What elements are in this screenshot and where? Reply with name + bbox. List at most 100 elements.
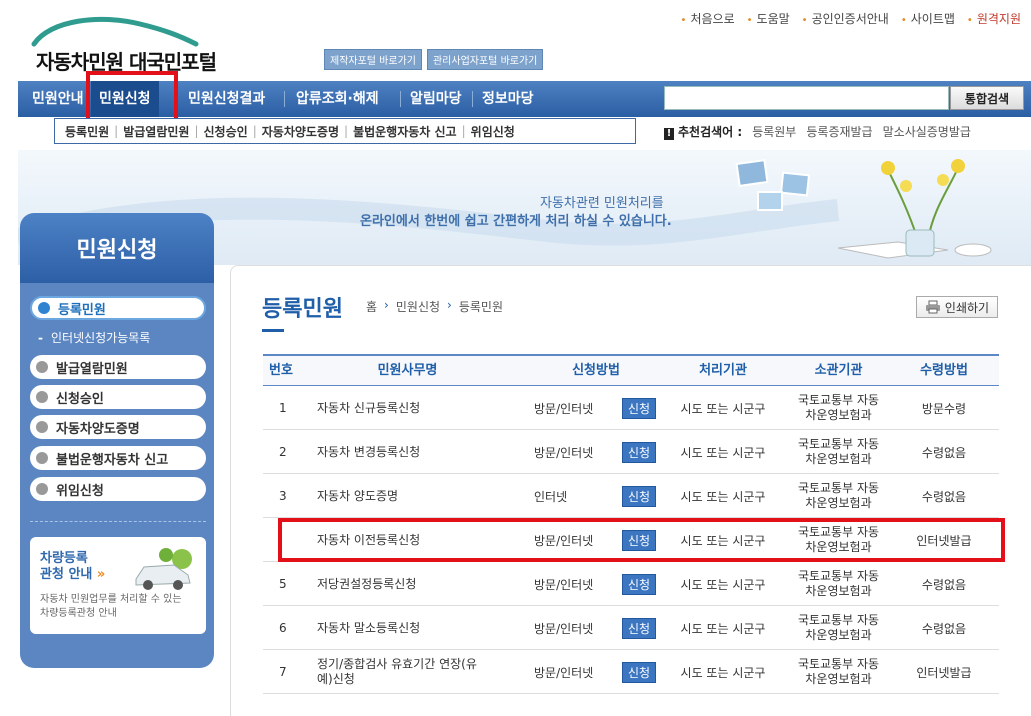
page-title: 등록민원 bbox=[262, 297, 343, 322]
table-header: 번호 민원사무명 신청방법 처리기관 소관기관 수령방법 bbox=[263, 354, 999, 386]
sub-nav-approval[interactable]: 신청승인 bbox=[204, 123, 248, 140]
sub-nav-delegation[interactable]: 위임신청 bbox=[471, 123, 515, 140]
row-method: 방문/인터넷 신청 bbox=[534, 518, 664, 562]
header-method: 신청방법 bbox=[572, 363, 620, 378]
chevron-right-icon: › bbox=[384, 298, 389, 312]
apply-button[interactable]: 신청 bbox=[622, 397, 657, 419]
row-receive: 인터넷발급 bbox=[916, 533, 972, 548]
side-menu-delegation[interactable]: 위임신청 bbox=[30, 477, 206, 501]
row-method: 방문/인터넷 신청 bbox=[534, 562, 664, 606]
side-menu-registration[interactable]: 등록민원 bbox=[30, 296, 206, 320]
breadcrumb-apply[interactable]: 민원신청 bbox=[396, 298, 440, 315]
photo-icon bbox=[735, 159, 769, 187]
sub-nav-transfer-proof[interactable]: 자동차양도증명 bbox=[262, 123, 339, 140]
row-number: 6 bbox=[279, 621, 287, 635]
table-row: 5 저당권설정등록신청 방문/인터넷 신청 시도 또는 시군구 국토교통부 자동 차운영보험… bbox=[263, 562, 999, 606]
top-link-remote-support[interactable]: 원격지원 bbox=[967, 10, 1021, 27]
recommended-term[interactable]: 말소사실증명발급 bbox=[883, 123, 971, 140]
sub-nav-separator: | bbox=[252, 124, 257, 138]
bullet-icon bbox=[38, 302, 50, 314]
row-name[interactable]: 자동차 신규등록신청 bbox=[317, 386, 532, 430]
row-number: 7 bbox=[279, 665, 287, 679]
row-name[interactable]: 자동차 변경등록신청 bbox=[317, 430, 532, 474]
apply-button[interactable]: 신청 bbox=[622, 441, 657, 463]
recommended-term[interactable]: 등록증재발급 bbox=[806, 123, 872, 140]
photo-icon bbox=[779, 171, 811, 197]
search-button[interactable]: 통합검색 bbox=[950, 86, 1024, 110]
row-handler: 시도 또는 시군구 bbox=[680, 401, 766, 416]
apply-button[interactable]: 신청 bbox=[622, 485, 657, 507]
top-links: 처음으로 도움말 공인인증서안내 사이트맵 원격지원 bbox=[681, 10, 1021, 27]
registration-office-promo[interactable]: 차량등록 관청 안내 » 자동차 민원업무를 처리할 수 있는 차량등록관청 안… bbox=[30, 537, 206, 634]
bullet-icon bbox=[36, 391, 48, 403]
print-button[interactable]: 인쇄하기 bbox=[916, 296, 998, 318]
search-input[interactable] bbox=[664, 86, 949, 110]
breadcrumb: 홈 › 민원신청 › 등록민원 bbox=[366, 298, 503, 315]
row-number: 1 bbox=[279, 401, 287, 415]
nav-separator bbox=[472, 91, 473, 107]
row-agency: 국토교통부 자동 차운영보험과 bbox=[797, 481, 880, 510]
row-name[interactable]: 자동차 말소등록신청 bbox=[317, 606, 532, 650]
row-number bbox=[279, 518, 309, 562]
side-menu-transfer-proof[interactable]: 자동차양도증명 bbox=[30, 415, 206, 439]
car-icon bbox=[135, 548, 192, 590]
chevron-right-icon: › bbox=[447, 298, 452, 312]
row-receive: 방문수령 bbox=[921, 401, 967, 416]
row-handler: 시도 또는 시군구 bbox=[680, 445, 766, 460]
sub-nav-issuance[interactable]: 발급열람민원 bbox=[123, 123, 189, 140]
nav-separator bbox=[284, 91, 285, 107]
bullet-icon bbox=[36, 361, 48, 373]
bullet-icon bbox=[36, 483, 48, 495]
row-handler: 시도 또는 시군구 bbox=[680, 533, 766, 548]
car-arc-icon bbox=[31, 16, 199, 47]
row-handler: 시도 또는 시군구 bbox=[680, 665, 766, 680]
top-link-help[interactable]: 도움말 bbox=[747, 10, 790, 27]
row-name[interactable]: 정기/종합검사 유효기간 연장(유 예)신청 bbox=[317, 650, 532, 694]
table-row: 6 자동차 말소등록신청 방문/인터넷 신청 시도 또는 시군구 국토교통부 자동 차운영보… bbox=[263, 606, 999, 650]
nav-item-apply[interactable]: 민원신청 bbox=[91, 81, 159, 117]
row-method: 방문/인터넷 신청 bbox=[534, 430, 664, 474]
side-menu-issuance[interactable]: 발급열람민원 bbox=[30, 355, 206, 379]
sub-nav-registration[interactable]: 등록민원 bbox=[65, 123, 109, 140]
top-link-sitemap[interactable]: 사이트맵 bbox=[901, 10, 955, 27]
side-menu-illegal-report[interactable]: 불법운행자동차 신고 bbox=[30, 446, 206, 470]
sub-nav-illegal-report[interactable]: 불법운행자동차 신고 bbox=[353, 123, 457, 140]
nav-item-info[interactable]: 정보마당 bbox=[482, 81, 534, 117]
nav-item-notice[interactable]: 알림마당 bbox=[410, 81, 462, 117]
apply-button[interactable]: 신청 bbox=[622, 617, 657, 639]
row-name[interactable]: 자동차 이전등록신청 bbox=[317, 518, 532, 562]
table-row: 7 정기/종합검사 유효기간 연장(유 예)신청 방문/인터넷 신청 시도 또는 시군구 국… bbox=[263, 650, 999, 694]
sub-nav-separator: | bbox=[114, 124, 119, 138]
table-row: 3 자동차 양도증명 인터넷 신청 시도 또는 시군구 국토교통부 자동 차운영보험과 수령없… bbox=[263, 474, 999, 518]
sub-nav: 등록민원 | 발급열람민원 | 신청승인 | 자동차양도증명 | 불법운행자동차… bbox=[54, 118, 636, 144]
top-link-certificate[interactable]: 공인인증서안내 bbox=[802, 10, 889, 27]
side-sub-internet-list[interactable]: 인터넷신청가능목록 bbox=[38, 329, 150, 346]
banner-line-2: 온라인에서 한번에 쉽고 간편하게 처리 하실 수 있습니다. bbox=[360, 214, 672, 229]
business-portal-button[interactable]: 관리사업자포털 바로가기 bbox=[426, 49, 544, 70]
row-handler: 시도 또는 시군구 bbox=[680, 621, 766, 636]
side-menu-approval[interactable]: 신청승인 bbox=[30, 385, 206, 409]
apply-button[interactable]: 신청 bbox=[622, 573, 657, 595]
maker-portal-button[interactable]: 제작자포털 바로가기 bbox=[324, 49, 422, 70]
header-agency: 소관기관 bbox=[814, 363, 863, 378]
row-agency: 국토교통부 자동 차운영보험과 bbox=[797, 657, 880, 686]
nav-item-guide[interactable]: 민원안내 bbox=[32, 81, 84, 117]
sub-nav-separator: | bbox=[461, 124, 466, 138]
row-method: 방문/인터넷 신청 bbox=[534, 650, 664, 694]
nav-item-seizure[interactable]: 압류조회·해제 bbox=[296, 81, 379, 117]
site-logo[interactable]: 자동차민원 대국민포털 bbox=[28, 14, 248, 74]
top-link-home[interactable]: 처음으로 bbox=[681, 10, 734, 27]
row-agency: 국토교통부 자동 차운영보험과 bbox=[797, 525, 880, 554]
row-method: 인터넷 신청 bbox=[534, 474, 664, 518]
apply-button[interactable]: 신청 bbox=[622, 529, 657, 551]
row-name[interactable]: 자동차 양도증명 bbox=[317, 474, 532, 518]
sub-nav-separator: | bbox=[344, 124, 349, 138]
row-name[interactable]: 저당권설정등록신청 bbox=[317, 562, 532, 606]
table-row: 자동차 이전등록신청 방문/인터넷 신청 시도 또는 시군구 국토교통부 자동 차운영보험… bbox=[263, 518, 999, 562]
recommended-label: ! 추천검색어 : bbox=[664, 123, 742, 140]
apply-button[interactable]: 신청 bbox=[622, 661, 657, 683]
recommended-term[interactable]: 등록원부 bbox=[752, 123, 796, 140]
table-body: 1 자동차 신규등록신청 방문/인터넷 신청 시도 또는 시군구 국토교통부 자동 차운영보… bbox=[263, 386, 999, 694]
nav-item-result[interactable]: 민원신청결과 bbox=[188, 81, 265, 117]
breadcrumb-home[interactable]: 홈 bbox=[366, 298, 377, 315]
